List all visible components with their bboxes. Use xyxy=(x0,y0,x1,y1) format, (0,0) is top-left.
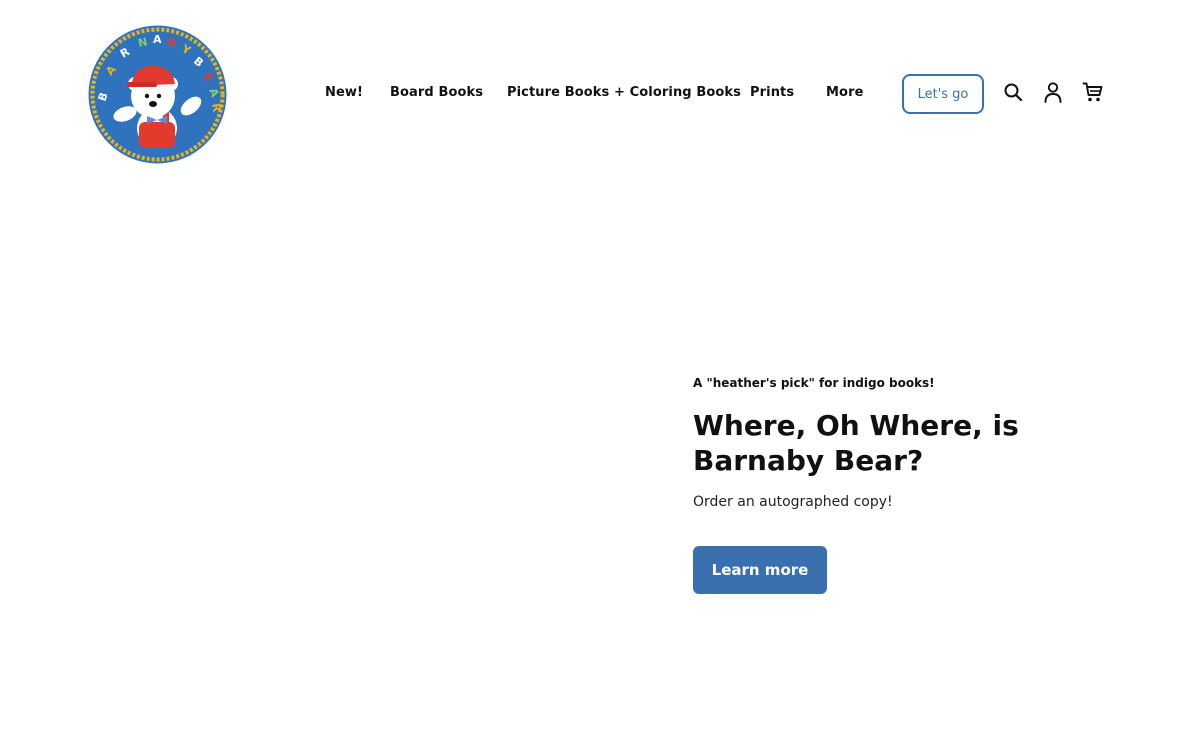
nav-item-new[interactable]: New! xyxy=(325,84,363,102)
hero-title: Where, Oh Where, is Barnaby Bear? xyxy=(693,409,1019,477)
account-icon xyxy=(1044,82,1062,103)
nav-item-more[interactable]: More xyxy=(826,84,864,102)
cart-button[interactable] xyxy=(1081,80,1105,104)
hero-section: A "heather's pick" for indigo books! Whe… xyxy=(693,374,1133,594)
nav-item-prints[interactable]: Prints xyxy=(750,84,794,102)
search-button[interactable] xyxy=(1001,80,1025,104)
account-button[interactable] xyxy=(1041,80,1065,104)
learn-more-button[interactable]: Learn more xyxy=(693,546,827,594)
lets-go-button[interactable]: Let's go xyxy=(902,74,984,114)
cart-icon xyxy=(1082,82,1103,102)
nav-item-picture-books[interactable]: Picture Books + Coloring Books xyxy=(507,84,741,102)
nav-item-board-books[interactable]: Board Books xyxy=(390,84,483,102)
hero-subtitle: Order an autographed copy! xyxy=(693,494,893,510)
barnaby-bear-logo[interactable]: B A R N A B Y B E A R xyxy=(87,24,228,165)
hero-eyebrow: A "heather's pick" for indigo books! xyxy=(693,376,935,390)
page: B A R N A B Y B E A R New! Board Books P… xyxy=(0,0,1200,740)
svg-text:A: A xyxy=(153,33,162,46)
search-icon xyxy=(1004,83,1023,102)
